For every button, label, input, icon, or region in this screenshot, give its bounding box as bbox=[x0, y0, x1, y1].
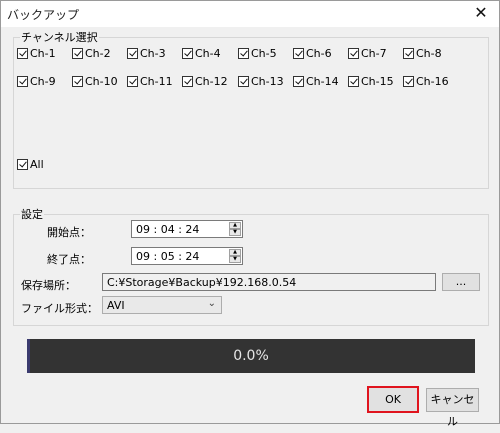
chevron-down-icon: ⌄ bbox=[207, 298, 216, 309]
channel-selection-legend: チャンネル選択 bbox=[21, 31, 98, 44]
checkbox-box[interactable] bbox=[182, 75, 193, 87]
checkbox-box[interactable] bbox=[17, 47, 28, 59]
channel-checkbox-label: Ch-11 bbox=[140, 74, 173, 88]
channel-checkbox-label: Ch-6 bbox=[306, 46, 332, 60]
close-icon[interactable]: ✕ bbox=[471, 3, 491, 23]
channel-checkbox[interactable]: Ch-7 bbox=[348, 46, 387, 60]
channel-checkbox[interactable]: Ch-3 bbox=[127, 46, 166, 60]
checkbox-box[interactable] bbox=[182, 47, 193, 59]
channel-checkbox-label: Ch-9 bbox=[30, 74, 56, 88]
channel-checkbox-label: Ch-8 bbox=[416, 46, 442, 60]
end-time-down-icon[interactable]: ▼ bbox=[229, 256, 241, 263]
channel-checkbox-label: Ch-2 bbox=[85, 46, 111, 60]
channel-checkbox-label: Ch-15 bbox=[361, 74, 394, 88]
channel-checkbox-label: Ch-7 bbox=[361, 46, 387, 60]
start-point-label: 開始点： bbox=[47, 226, 91, 239]
checkbox-box[interactable] bbox=[293, 47, 304, 59]
channel-checkbox[interactable]: Ch-9 bbox=[17, 74, 56, 88]
end-time-value: 09 : 05 : 24 bbox=[136, 250, 200, 263]
channel-checkbox[interactable]: Ch-2 bbox=[72, 46, 111, 60]
save-location-value: C:¥Storage¥Backup¥192.168.0.54 bbox=[107, 276, 297, 289]
file-format-value: AVI bbox=[107, 299, 125, 312]
channel-checkbox[interactable]: Ch-8 bbox=[403, 46, 442, 60]
checkbox-box[interactable] bbox=[238, 47, 249, 59]
start-time-spinner[interactable]: 09 : 04 : 24 ▲ ▼ bbox=[131, 220, 243, 238]
channel-checkbox[interactable]: Ch-13 bbox=[238, 74, 284, 88]
checkbox-box[interactable] bbox=[348, 75, 359, 87]
all-checkbox[interactable]: All bbox=[17, 157, 44, 171]
checkbox-box[interactable] bbox=[72, 75, 83, 87]
channel-checkbox-label: Ch-14 bbox=[306, 74, 339, 88]
channel-checkbox[interactable]: Ch-1 bbox=[17, 46, 56, 60]
progress-text: 0.0% bbox=[233, 348, 269, 364]
start-time-up-icon[interactable]: ▲ bbox=[229, 222, 241, 229]
channel-checkbox-label: Ch-16 bbox=[416, 74, 449, 88]
file-format-label: ファイル形式： bbox=[21, 302, 98, 315]
checkbox-box[interactable] bbox=[403, 75, 414, 87]
channel-checkbox[interactable]: Ch-15 bbox=[348, 74, 394, 88]
channel-checkbox-label: Ch-12 bbox=[195, 74, 228, 88]
checkbox-box[interactable] bbox=[127, 47, 138, 59]
save-location-field[interactable]: C:¥Storage¥Backup¥192.168.0.54 bbox=[102, 273, 436, 291]
end-time-up-icon[interactable]: ▲ bbox=[229, 249, 241, 256]
checkbox-box[interactable] bbox=[127, 75, 138, 87]
checkbox-box[interactable] bbox=[403, 47, 414, 59]
file-format-select[interactable]: AVI ⌄ bbox=[102, 296, 222, 314]
end-time-spinner[interactable]: 09 : 05 : 24 ▲ ▼ bbox=[131, 247, 243, 265]
channel-checkbox[interactable]: Ch-5 bbox=[238, 46, 277, 60]
channel-checkbox[interactable]: Ch-16 bbox=[403, 74, 449, 88]
channel-checkbox-label: Ch-13 bbox=[251, 74, 284, 88]
checkbox-box[interactable] bbox=[238, 75, 249, 87]
cancel-button[interactable]: キャンセル bbox=[426, 388, 479, 428]
channel-checkbox-label: Ch-5 bbox=[251, 46, 277, 60]
channel-checkbox[interactable]: Ch-10 bbox=[72, 74, 118, 88]
title-bar: バックアップ ✕ bbox=[1, 1, 499, 27]
start-time-value: 09 : 04 : 24 bbox=[136, 223, 200, 236]
checkbox-box[interactable] bbox=[17, 75, 28, 87]
channel-checkbox-label: Ch-1 bbox=[30, 46, 56, 60]
backup-dialog: バックアップ ✕ チャンネル選択 Ch-1 Ch-2 Ch-3 Ch-4 Ch-5 Ch-… bbox=[0, 0, 500, 428]
channel-checkbox-label: Ch-10 bbox=[85, 74, 118, 88]
channel-checkbox[interactable]: Ch-12 bbox=[182, 74, 228, 88]
window-title: バックアップ bbox=[7, 8, 80, 22]
channel-checkbox[interactable]: Ch-4 bbox=[182, 46, 221, 60]
checkbox-box[interactable] bbox=[293, 75, 304, 87]
settings-legend: 設定 bbox=[21, 208, 43, 221]
start-time-down-icon[interactable]: ▼ bbox=[229, 229, 241, 236]
checkbox-box[interactable] bbox=[348, 47, 359, 59]
save-location-label: 保存場所： bbox=[21, 279, 76, 292]
browse-button[interactable]: ... bbox=[442, 273, 480, 291]
channel-checkbox-label: Ch-3 bbox=[140, 46, 166, 60]
channel-checkbox[interactable]: Ch-6 bbox=[293, 46, 332, 60]
channel-checkbox[interactable]: Ch-14 bbox=[293, 74, 339, 88]
all-checkbox-box[interactable] bbox=[17, 158, 28, 170]
channel-checkbox-label: Ch-4 bbox=[195, 46, 221, 60]
end-point-label: 終了点： bbox=[47, 253, 91, 266]
checkbox-box[interactable] bbox=[72, 47, 83, 59]
all-checkbox-label: All bbox=[30, 157, 44, 171]
progress-bar: 0.0% bbox=[27, 339, 475, 373]
channel-checkbox[interactable]: Ch-11 bbox=[127, 74, 173, 88]
ok-button[interactable]: OK bbox=[367, 386, 419, 413]
